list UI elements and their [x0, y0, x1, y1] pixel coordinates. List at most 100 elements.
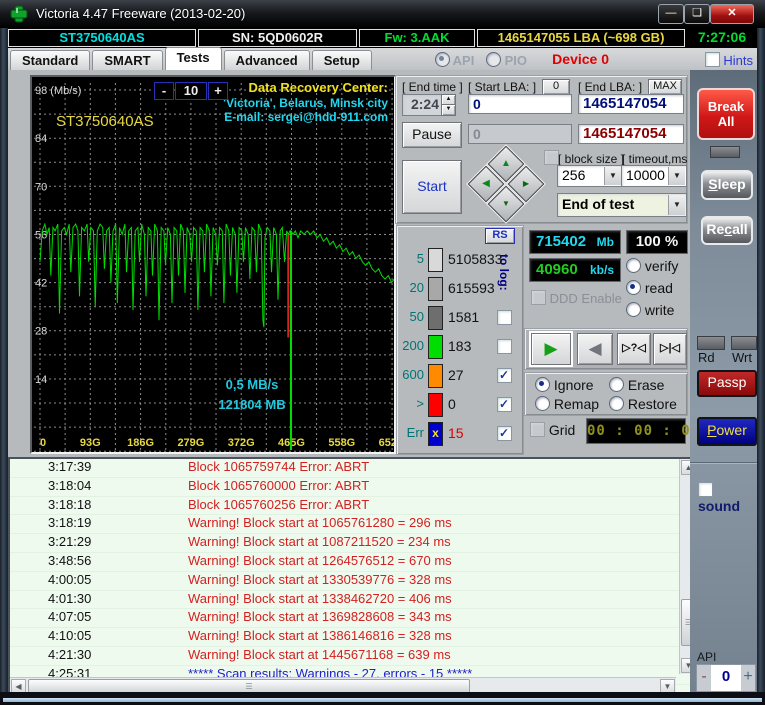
bin-row-20: 20 615593	[400, 277, 518, 301]
app-icon	[10, 5, 28, 23]
log-row[interactable]: 4:01:30 Warning! Block start at 133846272…	[10, 591, 696, 610]
end-time-label: [ End time ]	[402, 80, 463, 94]
log-timestamp: 3:18:18	[48, 496, 92, 512]
svg-text:186G: 186G	[127, 437, 154, 449]
timeout-select[interactable]: 10000 ▼	[621, 165, 687, 187]
svg-text:279G: 279G	[177, 437, 204, 449]
end-lba-max-button[interactable]: MAX	[648, 79, 682, 95]
skip-question-button[interactable]: ▷?◁	[617, 333, 651, 365]
chevron-down-icon[interactable]: ▼	[604, 167, 621, 185]
grid-checkbox[interactable]	[530, 422, 545, 437]
action-option-restore[interactable]: Restore	[609, 396, 677, 412]
bin-color-swatch	[428, 277, 443, 301]
mode-option-verify[interactable]: verify	[626, 258, 678, 274]
restore-radio[interactable]	[609, 396, 624, 411]
remap-radio[interactable]	[535, 396, 550, 411]
svg-text:93G: 93G	[80, 437, 101, 449]
close-button[interactable]: ✕	[710, 4, 754, 24]
bin-color-swatch	[428, 335, 443, 359]
mode-option-write[interactable]: write	[626, 302, 674, 318]
start-lba-zero-button[interactable]: 0	[542, 79, 570, 95]
end-action-select[interactable]: End of test ▼	[557, 193, 687, 217]
log-rows: 3:17:39 Block 1065759744 Error: ABRT 3:18:…	[10, 459, 696, 685]
read-radio[interactable]	[626, 280, 641, 295]
chevron-down-icon[interactable]: ▼	[668, 167, 685, 185]
tab-advanced[interactable]: Advanced	[223, 50, 310, 70]
sleep-button[interactable]: Sleep	[701, 170, 753, 200]
tab-smart[interactable]: SMART	[92, 50, 163, 70]
start-button[interactable]: Start	[402, 160, 462, 214]
log-row[interactable]: 3:17:39 Block 1065759744 Error: ABRT	[10, 459, 696, 478]
log-timestamp: 4:01:30	[48, 590, 92, 606]
block-size-select[interactable]: 256 ▼	[557, 165, 623, 187]
log-row[interactable]: 4:07:05 Warning! Block start at 136982860…	[10, 609, 696, 629]
sound-checkbox[interactable]	[698, 482, 713, 497]
play-button[interactable]: ▶	[531, 333, 571, 365]
api-plus-button[interactable]: +	[741, 665, 755, 691]
ddd-enable-checkbox	[531, 290, 546, 305]
start-lba-input[interactable]: 0	[468, 94, 572, 114]
pio-radio[interactable]	[485, 52, 501, 67]
log-row[interactable]: 3:18:19 Warning! Block start at 106576128…	[10, 515, 696, 535]
tab-standard[interactable]: Standard	[10, 50, 91, 70]
scale-plus-button[interactable]: +	[208, 82, 228, 100]
bin-log-checkbox[interactable]	[497, 426, 512, 441]
bin-log-checkbox[interactable]	[497, 310, 512, 325]
tab-setup[interactable]: Setup	[311, 50, 372, 70]
break-all-button[interactable]: Break All	[697, 88, 755, 140]
chevron-down-icon[interactable]: ▼	[668, 195, 685, 215]
log-row[interactable]: 4:00:05 Warning! Block start at 133053977…	[10, 572, 696, 591]
drive-serial[interactable]: SN: 5QD0602R	[198, 29, 357, 47]
log-row[interactable]: 3:21:29 Warning! Block start at 108721152…	[10, 534, 696, 553]
log-timestamp: 3:17:39	[48, 459, 92, 474]
recall-button[interactable]: Recall	[701, 216, 753, 245]
erase-radio[interactable]	[609, 377, 624, 392]
back-icon: ◀	[588, 339, 602, 358]
bin-log-checkbox[interactable]	[497, 397, 512, 412]
action-option-ignore[interactable]: Ignore	[535, 377, 594, 393]
drive-firmware[interactable]: Fw: 3.AAK	[359, 29, 475, 47]
bin-label: 50	[409, 309, 424, 324]
bin-log-checkbox[interactable]	[497, 368, 512, 383]
title-bar[interactable]: Victoria 4.47 Freeware (2013-02-20) — ❏ …	[0, 0, 765, 28]
api-radio[interactable]	[434, 52, 450, 67]
step-button[interactable]: ▷|◁	[653, 333, 687, 365]
maximize-button[interactable]: ❏	[684, 4, 710, 24]
api-label: API	[452, 53, 475, 68]
log-row[interactable]: 3:18:18 Block 1065760256 Error: ABRT	[10, 497, 696, 516]
drive-info-bar: ST3750640AS SN: 5QD0602R Fw: 3.AAK 14651…	[8, 28, 757, 48]
drive-capacity[interactable]: 1465147055 LBA (~698 GB)	[477, 29, 685, 47]
speed-chart-svg: 98 (Mb/s)847056422814093G186G279G372G465…	[34, 83, 394, 452]
hints-checkbox[interactable]	[704, 52, 720, 67]
back-button[interactable]: ◀	[577, 333, 613, 365]
ignore-radio[interactable]	[535, 377, 550, 392]
jog-checkbox[interactable]	[544, 150, 559, 165]
scale-minus-button[interactable]: -	[154, 82, 174, 100]
bin-count: 27	[448, 367, 464, 383]
log-row[interactable]: 4:21:30 Warning! Block start at 144567116…	[10, 647, 696, 666]
timer-display: 00 : 00 : 00	[586, 418, 699, 444]
passp-button[interactable]: Passp	[697, 370, 757, 397]
mode-option-read[interactable]: read	[626, 280, 673, 296]
action-option-remap[interactable]: Remap	[535, 396, 599, 412]
rs-button[interactable]: RS	[485, 228, 515, 244]
bin-row-5: 5 5105833	[400, 248, 518, 272]
log-row[interactable]: 3:48:56 Warning! Block start at 126457651…	[10, 553, 696, 572]
window-frame-left	[0, 28, 8, 705]
write-radio[interactable]	[626, 302, 641, 317]
end-lba-input[interactable]: 1465147054	[578, 94, 684, 114]
bin-log-checkbox[interactable]	[497, 339, 512, 354]
end-time-down-button[interactable]: ▼	[441, 104, 456, 116]
power-button[interactable]: Power	[697, 417, 757, 446]
hints-row: Hints	[704, 52, 753, 68]
log-row[interactable]: 3:18:04 Block 1065760000 Error: ABRT	[10, 478, 696, 497]
log-panel[interactable]: 3:17:39 Block 1065759744 Error: ABRT 3:18:…	[8, 457, 698, 696]
drive-model[interactable]: ST3750640AS	[8, 29, 196, 47]
action-option-erase[interactable]: Erase	[609, 377, 664, 393]
pause-button[interactable]: Pause	[402, 122, 462, 148]
tab-tests[interactable]: Tests	[164, 47, 222, 70]
api-minus-button[interactable]: -	[697, 665, 711, 691]
log-row[interactable]: 4:10:05 Warning! Block start at 138614681…	[10, 628, 696, 647]
minimize-button[interactable]: —	[658, 4, 684, 24]
verify-radio[interactable]	[626, 258, 641, 273]
